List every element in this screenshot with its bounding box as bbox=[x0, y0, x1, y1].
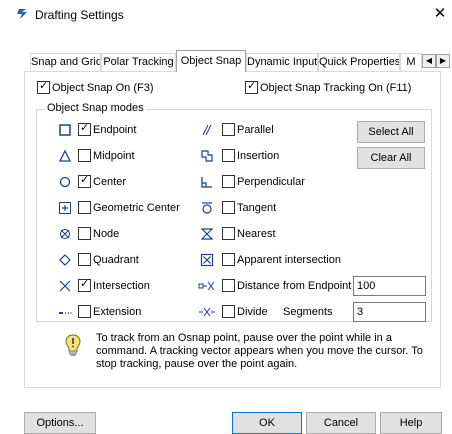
segments-input[interactable]: 3 bbox=[353, 302, 426, 322]
node-label: Node bbox=[93, 228, 120, 240]
parallel-icon bbox=[202, 124, 212, 136]
extension-label: Extension bbox=[93, 306, 142, 318]
title-bar: Drafting Settings ✕ bbox=[0, 0, 452, 30]
distance-from-endpoint-checkbox[interactable] bbox=[222, 279, 235, 292]
distance-from-endpoint-label: Distance from Endpoint bbox=[237, 280, 352, 292]
snap-on-checkbox[interactable]: ✓ bbox=[37, 80, 50, 94]
quadrant-checkbox[interactable] bbox=[78, 253, 91, 266]
tracking-on-label: Object Snap Tracking On (F11) bbox=[260, 82, 412, 94]
divide-checkbox[interactable] bbox=[222, 305, 235, 318]
tangent-icon bbox=[202, 202, 212, 214]
diamond-icon bbox=[59, 254, 71, 266]
check-icon: ✓ bbox=[247, 80, 257, 92]
tab-overflow[interactable]: M bbox=[400, 53, 422, 71]
perpendicular-checkbox[interactable] bbox=[222, 175, 235, 188]
divide-label: Divide bbox=[237, 306, 268, 318]
midpoint-label: Midpoint bbox=[93, 150, 135, 162]
clear-all-button[interactable]: Clear All bbox=[357, 147, 425, 169]
tracking-on-checkbox[interactable]: ✓ bbox=[245, 80, 258, 94]
x-icon bbox=[59, 280, 71, 292]
perpendicular-label: Perpendicular bbox=[237, 176, 305, 188]
check-icon: ✓ bbox=[39, 80, 49, 92]
tab-snap-and-grid[interactable]: Snap and Grid bbox=[30, 53, 101, 71]
ok-button[interactable]: OK bbox=[232, 412, 302, 434]
plus-box-icon bbox=[59, 202, 71, 214]
insertion-icon bbox=[201, 150, 213, 162]
cancel-button[interactable]: Cancel bbox=[306, 412, 376, 434]
segments-label: Segments bbox=[283, 306, 333, 318]
close-icon[interactable]: ✕ bbox=[432, 5, 448, 23]
snap-modes-title: Object Snap modes bbox=[45, 102, 146, 114]
node-icon bbox=[60, 229, 70, 239]
apparent-intersection-label: Apparent intersection bbox=[237, 254, 341, 266]
center-checkbox[interactable]: ✓ bbox=[78, 174, 91, 188]
circle-icon bbox=[59, 176, 71, 188]
insertion-checkbox[interactable] bbox=[222, 149, 235, 162]
tangent-label: Tangent bbox=[237, 202, 277, 214]
tab-dynamic-input[interactable]: Dynamic Input bbox=[246, 53, 318, 71]
extension-checkbox[interactable] bbox=[78, 305, 91, 318]
tab-object-snap[interactable]: Object Snap bbox=[176, 50, 246, 72]
tab-quick-properties[interactable]: Quick Properties bbox=[318, 53, 400, 71]
geometric-center-checkbox[interactable] bbox=[78, 201, 91, 214]
midpoint-checkbox[interactable] bbox=[78, 149, 91, 162]
parallel-checkbox[interactable] bbox=[222, 123, 235, 136]
insertion-label: Insertion bbox=[237, 150, 280, 162]
divide-icon bbox=[199, 307, 215, 317]
square-icon bbox=[59, 124, 71, 136]
tracking-hint-text: To track from an Osnap point, pause over… bbox=[96, 332, 423, 370]
window-title: Drafting Settings bbox=[35, 8, 124, 22]
select-all-button[interactable]: Select All bbox=[357, 121, 425, 143]
parallel-label: Parallel bbox=[237, 124, 274, 136]
distance-icon bbox=[198, 281, 215, 291]
hourglass-icon bbox=[200, 228, 214, 240]
tab-scroll-left-icon[interactable]: ◀ bbox=[422, 54, 436, 68]
options-button[interactable]: Options... bbox=[24, 412, 96, 434]
check-icon: ✓ bbox=[80, 278, 90, 290]
nearest-checkbox[interactable] bbox=[222, 227, 235, 240]
lightbulb-icon bbox=[65, 334, 81, 356]
tab-scroll-right-icon[interactable]: ▶ bbox=[436, 54, 450, 68]
snap-on-label: Object Snap On (F3) bbox=[52, 82, 154, 94]
geometric-center-label: Geometric Center bbox=[93, 202, 180, 214]
intersection-label: Intersection bbox=[93, 280, 150, 292]
distance-input[interactable]: 100 bbox=[353, 276, 426, 296]
intersection-checkbox[interactable]: ✓ bbox=[78, 278, 91, 292]
boxed-x-icon bbox=[200, 253, 214, 267]
quadrant-label: Quadrant bbox=[93, 254, 139, 266]
triangle-icon bbox=[58, 149, 72, 162]
app-logo-icon bbox=[17, 9, 27, 19]
node-checkbox[interactable] bbox=[78, 227, 91, 240]
help-button[interactable]: Help bbox=[380, 412, 442, 434]
nearest-label: Nearest bbox=[237, 228, 276, 240]
check-icon: ✓ bbox=[80, 174, 90, 186]
endpoint-label: Endpoint bbox=[93, 124, 137, 136]
endpoint-checkbox[interactable]: ✓ bbox=[78, 122, 91, 136]
apparent-intersection-checkbox[interactable] bbox=[222, 253, 235, 266]
center-label: Center bbox=[93, 176, 127, 188]
perpendicular-icon bbox=[201, 177, 212, 188]
extension-icon bbox=[59, 312, 72, 314]
tab-polar-tracking[interactable]: Polar Tracking bbox=[101, 53, 176, 71]
check-icon: ✓ bbox=[80, 122, 90, 134]
tangent-checkbox[interactable] bbox=[222, 201, 235, 214]
